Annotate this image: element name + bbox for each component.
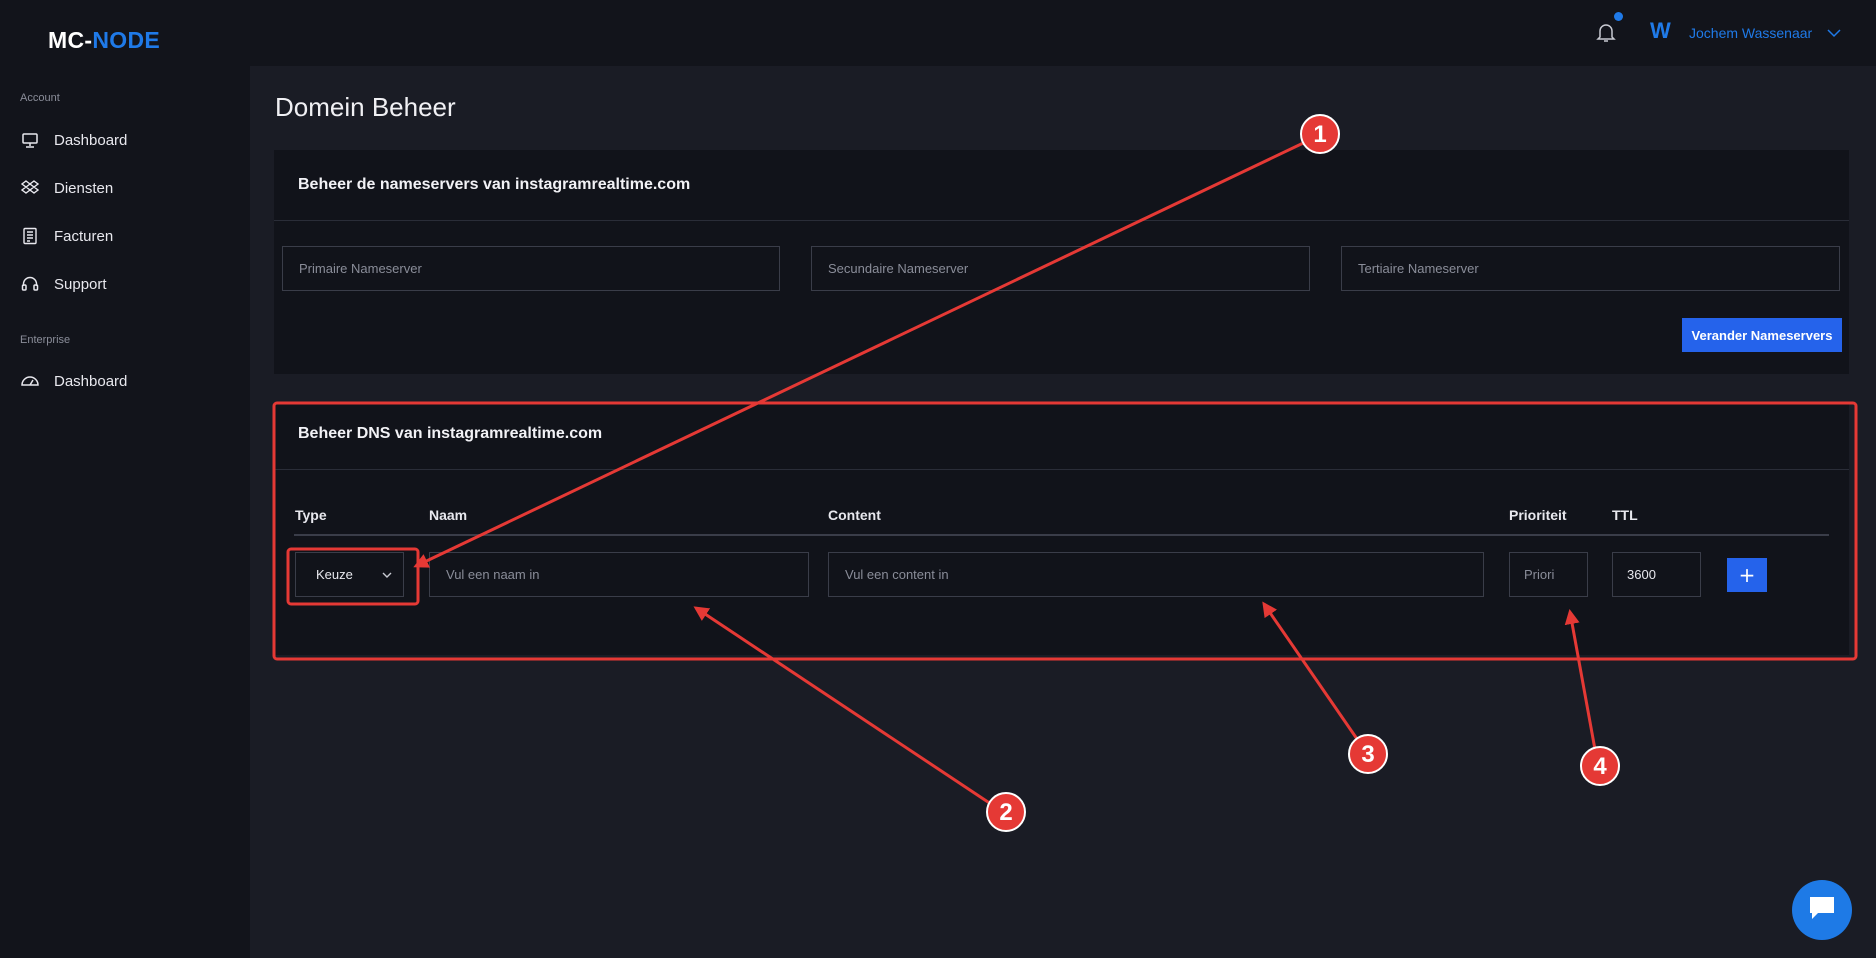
brand-logo-part1: MC- [48, 27, 93, 53]
sidebar-item-label: Dashboard [54, 131, 128, 149]
sidebar: MC-NODE Account Dashboard Diensten Factu… [0, 0, 250, 958]
topbar [250, 0, 1876, 66]
secondary-nameserver-input[interactable] [811, 246, 1310, 291]
avatar[interactable]: W [1650, 18, 1671, 44]
sidebar-item-diensten[interactable]: Diensten [20, 175, 113, 201]
svg-text:2: 2 [999, 799, 1012, 826]
record-type-select[interactable]: Keuze [295, 552, 404, 597]
primary-nameserver-input[interactable] [282, 246, 780, 291]
chat-icon [1807, 894, 1837, 927]
invoice-icon [20, 226, 40, 246]
gauge-icon [20, 371, 40, 391]
headset-icon [20, 274, 40, 294]
column-header-naam: Naam [429, 507, 468, 523]
brand-logo[interactable]: MC-NODE [48, 27, 160, 54]
sidebar-item-label: Diensten [54, 179, 114, 197]
change-nameservers-button[interactable]: Verander Nameservers [1682, 318, 1842, 352]
record-content-input[interactable] [828, 552, 1484, 597]
tertiary-nameserver-input[interactable] [1341, 246, 1840, 291]
sidebar-item-facturen[interactable]: Facturen [20, 223, 113, 249]
sidebar-item-dashboard[interactable]: Dashboard [20, 127, 127, 153]
chevron-down-icon[interactable] [1826, 25, 1842, 41]
chevron-down-icon [381, 569, 393, 581]
sidebar-item-label: Support [54, 275, 107, 293]
sidebar-section-enterprise: Enterprise [20, 334, 71, 346]
sidebar-item-enterprise-dashboard[interactable]: Dashboard [20, 368, 127, 394]
table-header-line [294, 534, 1829, 536]
annotation-badge-4: 4 [1580, 746, 1620, 786]
sidebar-item-label: Dashboard [54, 372, 128, 390]
add-record-button[interactable]: + [1727, 558, 1767, 592]
nameserver-card: Beheer de nameservers van instagramrealt… [274, 150, 1849, 374]
brand-logo-part2: NODE [92, 27, 160, 53]
chat-button[interactable] [1792, 880, 1852, 940]
divider [274, 469, 1849, 470]
annotation-badge-2: 2 [986, 792, 1026, 832]
divider [274, 220, 1849, 221]
record-type-selected: Keuze [316, 567, 353, 582]
bell-icon[interactable] [1594, 20, 1620, 46]
svg-text:1: 1 [1313, 121, 1326, 148]
notification-dot [1614, 12, 1623, 21]
dns-card: Beheer DNS van instagramrealtime.com Typ… [274, 403, 1849, 655]
dns-card-title: Beheer DNS van instagramrealtime.com [298, 425, 603, 442]
user-menu-name[interactable]: Jochem Wassenaar [1689, 25, 1812, 41]
column-header-content: Content [828, 507, 881, 523]
monitor-icon [20, 130, 40, 150]
svg-text:4: 4 [1593, 753, 1607, 780]
sidebar-section-account: Account [20, 92, 60, 104]
record-priority-input[interactable] [1509, 552, 1588, 597]
column-header-type: Type [295, 507, 327, 523]
column-header-prioriteit: Prioriteit [1509, 507, 1567, 523]
annotation-badge-3: 3 [1348, 734, 1388, 774]
sidebar-item-label: Facturen [54, 227, 114, 245]
nameserver-card-title: Beheer de nameservers van instagramrealt… [298, 176, 691, 193]
svg-text:3: 3 [1361, 741, 1374, 768]
record-ttl-input[interactable] [1612, 552, 1701, 597]
page-title: Domein Beheer [275, 92, 456, 122]
dropbox-icon [20, 178, 40, 198]
record-name-input[interactable] [429, 552, 809, 597]
sidebar-item-support[interactable]: Support [20, 271, 107, 297]
column-header-ttl: TTL [1612, 507, 1638, 523]
annotation-badge-1: 1 [1300, 114, 1340, 154]
